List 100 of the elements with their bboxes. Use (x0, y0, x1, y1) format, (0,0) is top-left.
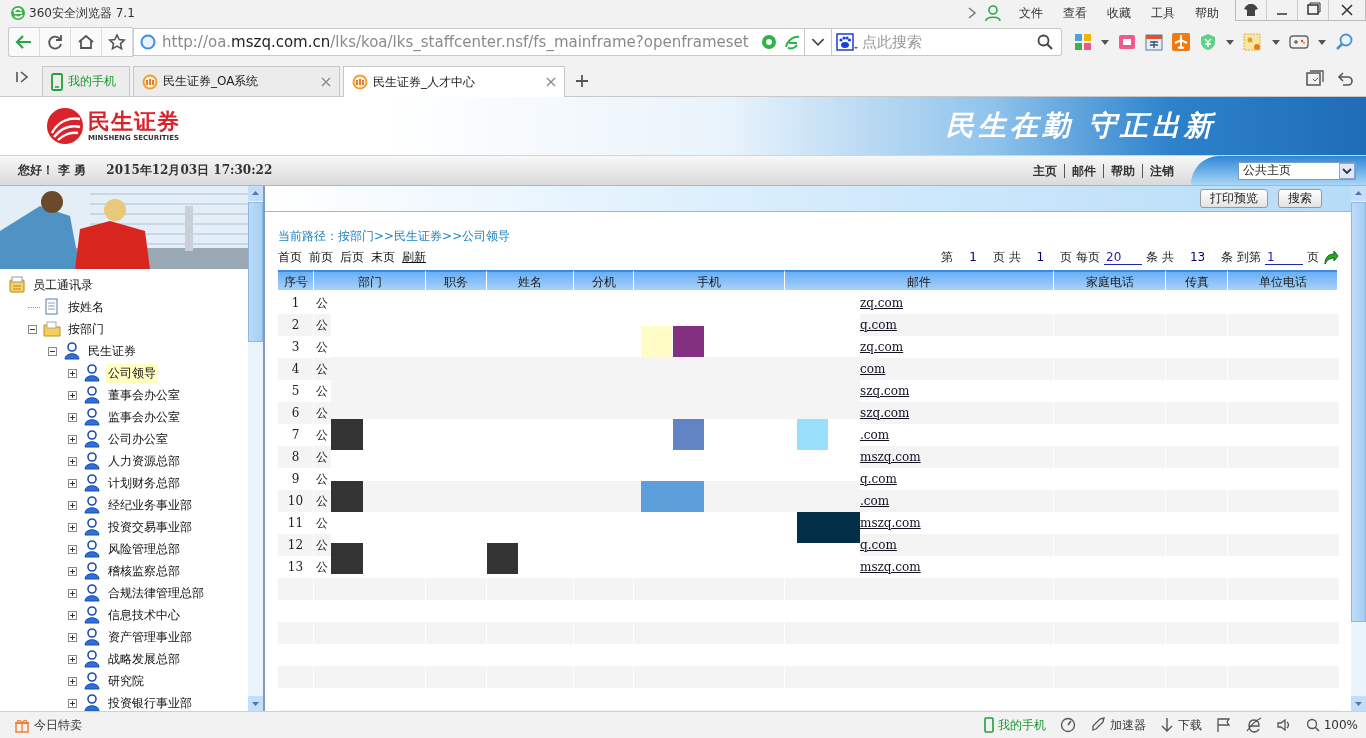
chevron-right-icon[interactable] (967, 6, 977, 20)
search-icon[interactable] (1037, 34, 1053, 50)
pager-link[interactable]: 刷新 (402, 248, 426, 266)
airplane-icon[interactable] (1172, 33, 1190, 51)
page-input[interactable]: 20 (1104, 249, 1143, 265)
browser-tab[interactable]: 民生证券_人才中心 (343, 66, 565, 97)
user-icon[interactable] (985, 5, 1001, 21)
tree-item[interactable]: 投资银行事业部 (106, 693, 194, 711)
collapse-icon[interactable] (28, 324, 37, 334)
tree-item[interactable]: 经纪业务事业部 (106, 495, 194, 515)
caret-icon[interactable] (1226, 38, 1234, 46)
menu-item[interactable]: 收藏 (1097, 4, 1141, 22)
expand-icon[interactable] (68, 654, 77, 664)
email-link[interactable]: mszq.com (860, 560, 921, 574)
tree-item[interactable]: 信息技术中心 (106, 605, 182, 625)
expand-icon[interactable] (68, 434, 77, 444)
tree-item[interactable]: 战略发展总部 (106, 649, 182, 669)
email-link[interactable]: q.com (860, 318, 897, 332)
address-bar[interactable]: http://oa.mszq.com.cn/lks/koa/lks_staffcenter.nsf/fs_mainframe?openframeset (133, 28, 805, 56)
tree-item[interactable]: 资产管理事业部 (106, 627, 194, 647)
tree-item[interactable]: 计划财务总部 (106, 473, 182, 493)
scroll-up-icon[interactable] (248, 186, 263, 201)
pager-link[interactable]: 末页 (371, 248, 395, 266)
expand-icon[interactable] (68, 368, 77, 378)
email-link[interactable]: q.com (860, 472, 897, 486)
undo-icon[interactable] (1336, 70, 1354, 88)
expand-icon[interactable] (68, 544, 77, 554)
expand-icon[interactable] (68, 500, 77, 510)
tree-item[interactable]: 合规法律管理总部 (106, 583, 206, 603)
dropdown-icon[interactable] (805, 28, 832, 56)
menu-item[interactable]: 帮助 (1185, 4, 1229, 22)
scrollbar[interactable] (1351, 186, 1366, 711)
toolbar-button[interactable]: 搜索 (1278, 189, 1322, 208)
homepage-select[interactable]: 公共主页 (1238, 161, 1356, 180)
expand-icon[interactable] (68, 478, 77, 488)
go-arrow-icon[interactable] (1323, 249, 1339, 265)
caret-icon[interactable] (1318, 38, 1326, 46)
status-link[interactable]: 加速器 (1109, 716, 1146, 734)
scroll-thumb[interactable] (248, 202, 263, 342)
nav-link[interactable]: 注销 (1142, 163, 1181, 178)
expand-icon[interactable] (68, 456, 77, 466)
email-link[interactable]: mszq.com (860, 450, 921, 464)
pager-link[interactable]: 前页 (309, 248, 333, 266)
search-box[interactable]: 点此搜索 (832, 28, 1062, 56)
email-link[interactable]: q.com (860, 538, 897, 552)
tree-item[interactable]: 董事会办公室 (106, 385, 182, 405)
collapse-icon[interactable] (48, 346, 57, 356)
expand-icon[interactable] (68, 522, 77, 532)
magnifier-icon[interactable] (1335, 33, 1353, 51)
email-link[interactable]: zq.com (860, 296, 904, 310)
tree-item[interactable]: 公司办公室 (106, 429, 170, 449)
ticket-icon[interactable] (1118, 33, 1136, 51)
apps-icon[interactable] (1074, 33, 1092, 51)
email-link[interactable]: .com (860, 494, 890, 508)
paw-icon[interactable] (836, 33, 858, 51)
menu-item[interactable]: 文件 (1009, 4, 1053, 22)
search-field[interactable]: 点此搜索 (860, 32, 1035, 52)
tree-item[interactable]: 风险管理总部 (106, 539, 182, 559)
caret-icon[interactable] (1272, 38, 1280, 46)
status-link[interactable]: 下载 (1177, 716, 1202, 734)
tab-list-icon[interactable] (1306, 70, 1324, 88)
scroll-down-icon[interactable] (248, 696, 263, 711)
tree-item[interactable]: 人力资源总部 (106, 451, 182, 471)
tree-item[interactable]: 民生证券 (86, 341, 138, 361)
scrollbar[interactable] (248, 186, 263, 711)
tree-item[interactable]: 监事会办公室 (106, 407, 182, 427)
expand-icon[interactable] (68, 632, 77, 642)
expand-icon[interactable] (68, 390, 77, 400)
tree-item[interactable]: 公司领导 (106, 363, 158, 383)
page-input[interactable]: 1 (1265, 249, 1303, 265)
pager-link[interactable]: 后页 (340, 248, 364, 266)
email-link[interactable]: com (860, 362, 886, 376)
tree-item[interactable]: 按姓名 (66, 297, 106, 317)
expand-icon[interactable] (68, 566, 77, 576)
status-link[interactable]: 今日特卖 (34, 716, 82, 734)
scroll-up-icon[interactable] (1351, 186, 1366, 201)
tree-item[interactable]: 投资交易事业部 (106, 517, 194, 537)
email-link[interactable]: mszq.com (860, 516, 921, 530)
dropdown-icon[interactable] (1339, 162, 1355, 179)
menu-item[interactable]: 工具 (1141, 4, 1185, 22)
nav-link[interactable]: 邮件 (1064, 163, 1103, 178)
email-link[interactable]: .com (860, 428, 890, 442)
email-link[interactable]: zq.com (860, 340, 904, 354)
expand-icon[interactable] (68, 676, 77, 686)
email-link[interactable]: szq.com (860, 384, 910, 398)
calendar-icon[interactable] (1145, 33, 1163, 51)
gamepad-icon[interactable] (1289, 33, 1309, 51)
zoom-level[interactable]: 100% (1323, 718, 1358, 732)
expand-icon[interactable] (68, 412, 77, 422)
scroll-thumb[interactable] (1351, 202, 1366, 622)
nav-link[interactable]: 主页 (1026, 163, 1064, 178)
expand-icon[interactable] (68, 698, 77, 708)
nav-link[interactable]: 帮助 (1103, 163, 1142, 178)
caret-icon[interactable] (1101, 38, 1109, 46)
tree-item[interactable]: 研究院 (106, 671, 146, 691)
speedometer-icon[interactable] (1059, 717, 1076, 733)
email-link[interactable]: szq.com (860, 406, 910, 420)
tree-item[interactable]: 员工通讯录 (31, 275, 95, 295)
menu-item[interactable]: 查看 (1053, 4, 1097, 22)
tree-item[interactable]: 按部门 (66, 319, 106, 339)
